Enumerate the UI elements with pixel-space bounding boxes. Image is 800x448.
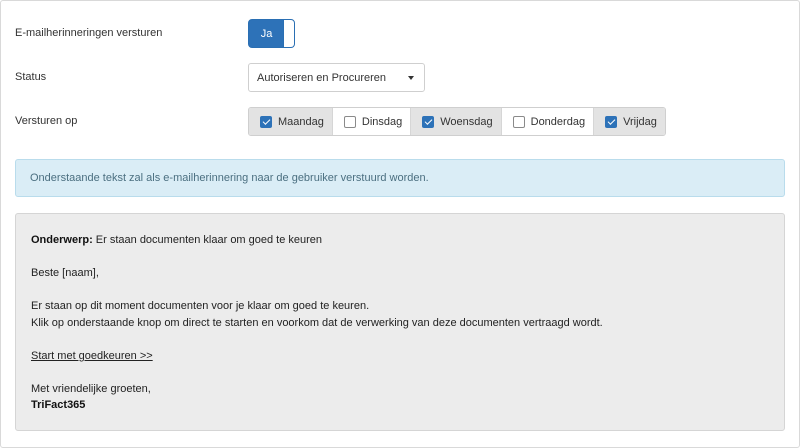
signature-text: TriFact365 bbox=[31, 399, 86, 411]
checkbox-checked-icon bbox=[422, 115, 435, 128]
caret-down-icon bbox=[408, 76, 414, 80]
day-label: Donderdag bbox=[530, 115, 586, 128]
checkbox-unchecked-icon bbox=[343, 115, 356, 128]
email-signature: TriFact365 bbox=[31, 399, 85, 411]
checkbox-unchecked-icon bbox=[512, 115, 525, 128]
email-greeting: Beste [naam], bbox=[31, 267, 99, 279]
day-option-dinsdag[interactable]: Dinsdag bbox=[331, 108, 411, 135]
status-select[interactable]: Autoriseren en Procureren bbox=[248, 63, 425, 92]
subject-text: Er staan documenten klaar om goed te keu… bbox=[95, 234, 323, 246]
day-option-woensdag[interactable]: Woensdag bbox=[410, 108, 501, 135]
toggle-knob bbox=[283, 20, 294, 47]
email-preview: Onderwerp: Er staan documenten klaar om … bbox=[15, 213, 785, 431]
day-label: Dinsdag bbox=[361, 115, 403, 128]
subject-label: Onderwerp: bbox=[31, 234, 93, 246]
toggle-value: Ja bbox=[260, 27, 273, 40]
status-label: Status bbox=[15, 71, 47, 83]
day-label: Vrijdag bbox=[623, 115, 657, 128]
day-option-vrijdag[interactable]: Vrijdag bbox=[593, 108, 665, 135]
send-on-label: Versturen op bbox=[15, 115, 78, 127]
reminders-toggle[interactable]: Ja bbox=[248, 19, 295, 48]
checkbox-checked-icon bbox=[605, 115, 618, 128]
settings-panel: E-mailherinneringen versturen Ja Status … bbox=[0, 0, 800, 448]
start-approving-link[interactable]: Start met goedkeuren >> bbox=[31, 350, 153, 362]
email-start-link-line: Start met goedkeuren >> bbox=[31, 350, 153, 362]
email-body-line-1: Er staan op dit moment documenten voor j… bbox=[31, 300, 370, 312]
weekday-selector: Maandag Dinsdag Woensdag Donderdag Vrijd… bbox=[248, 107, 666, 136]
day-option-donderdag[interactable]: Donderdag bbox=[500, 108, 594, 135]
day-label: Maandag bbox=[278, 115, 324, 128]
email-subject-line: Onderwerp: Er staan documenten klaar om … bbox=[31, 234, 322, 246]
email-body-line-2: Klik op onderstaande knop om direct te s… bbox=[31, 317, 603, 329]
day-label: Woensdag bbox=[440, 115, 493, 128]
info-alert: Onderstaande tekst zal als e-mailherinne… bbox=[15, 159, 785, 197]
email-closing: Met vriendelijke groeten, bbox=[31, 383, 151, 395]
info-alert-text: Onderstaande tekst zal als e-mailherinne… bbox=[30, 172, 429, 184]
checkbox-checked-icon bbox=[260, 115, 272, 128]
day-option-maandag[interactable]: Maandag bbox=[249, 108, 332, 135]
status-selected-value: Autoriseren en Procureren bbox=[257, 71, 387, 84]
reminders-label: E-mailherinneringen versturen bbox=[15, 27, 163, 39]
